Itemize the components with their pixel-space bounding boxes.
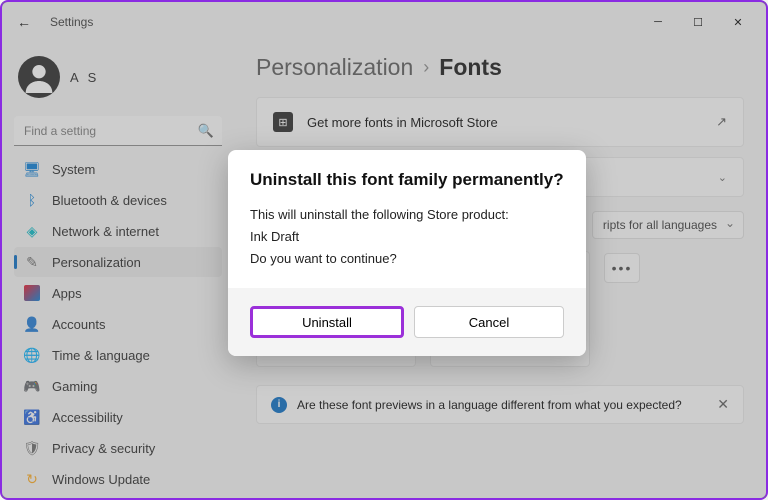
- dialog-title: Uninstall this font family permanently?: [250, 170, 564, 190]
- cancel-button[interactable]: Cancel: [414, 306, 564, 338]
- dialog-product: Ink Draft: [250, 226, 564, 248]
- dialog-confirm-text: Do you want to continue?: [250, 248, 564, 270]
- uninstall-button[interactable]: Uninstall: [250, 306, 404, 338]
- uninstall-dialog: Uninstall this font family permanently? …: [228, 150, 586, 356]
- dialog-text: This will uninstall the following Store …: [250, 204, 564, 226]
